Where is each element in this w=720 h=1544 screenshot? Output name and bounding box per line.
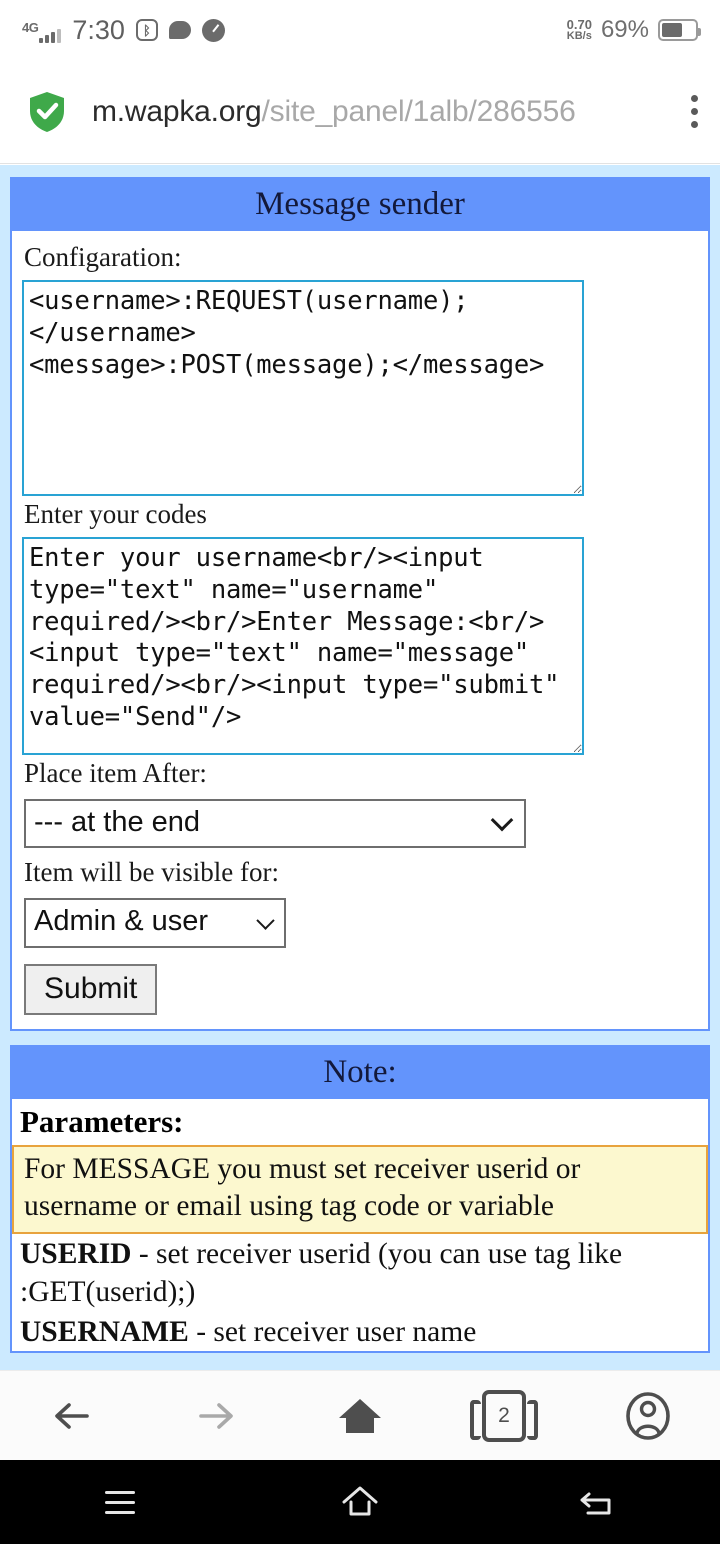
url-path: /site_panel/1alb/286556 — [261, 94, 576, 128]
tabs-icon[interactable]: 2 — [449, 1381, 559, 1451]
battery-icon — [658, 19, 701, 41]
status-clock: 7:30 — [72, 14, 125, 45]
android-system-nav — [0, 1460, 720, 1544]
page-content: Message sender Configaration: <username>… — [0, 165, 720, 1370]
account-icon[interactable] — [593, 1381, 703, 1451]
tab-count-badge: 2 — [470, 1389, 538, 1442]
status-bar: 4G 7:30 ᛒ 0.70 KB/s 69% — [0, 0, 720, 60]
configuration-textarea[interactable]: <username>:REQUEST(username); </username… — [22, 280, 584, 497]
green-shield-check-icon — [28, 91, 66, 133]
back-icon[interactable] — [525, 1472, 675, 1532]
data-rate-unit: KB/s — [566, 30, 592, 43]
note-line-userid: USERID - set receiver userid (you can us… — [12, 1234, 708, 1312]
note-highlight-box: For MESSAGE you must set receiver userid… — [12, 1144, 708, 1235]
back-arrow-icon[interactable] — [17, 1381, 127, 1451]
item-visible-for-label: Item will be visible for: — [24, 857, 279, 888]
overflow-menu-icon[interactable] — [675, 95, 698, 128]
note-title: Note: — [12, 1047, 708, 1100]
message-sender-title: Message sender — [12, 179, 708, 232]
enter-your-codes-label: Enter your codes — [24, 499, 207, 530]
configuration-label: Configaration: — [24, 242, 182, 273]
place-item-after-wrapper[interactable]: --- at the end — [24, 798, 526, 849]
home-icon[interactable] — [285, 1472, 435, 1532]
note-term-userid: USERID — [20, 1238, 132, 1271]
data-rate-indicator: 0.70 KB/s — [567, 18, 592, 42]
place-item-after-label: Place item After: — [24, 757, 207, 788]
item-visible-for-select[interactable]: Admin & user — [24, 898, 286, 949]
url-host: m.wapka.org — [92, 94, 262, 128]
speedometer-icon — [201, 18, 225, 42]
codes-textarea[interactable]: Enter your username<br/><input type="tex… — [22, 536, 584, 755]
signal-bars-icon: 4G — [22, 17, 62, 43]
note-card: Note: Parameters: For MESSAGE you must s… — [10, 1045, 710, 1354]
note-line-username: USERNAME - set receiver user name — [12, 1312, 708, 1352]
message-sender-card: Message sender Configaration: <username>… — [10, 177, 710, 1032]
bluetooth-badge-icon: ᛒ — [135, 19, 158, 41]
data-rate-value: 0.70 — [566, 16, 592, 32]
url-text[interactable]: m.wapka.org/site_panel/1alb/286556 — [92, 95, 576, 129]
note-desc-username: - set receiver user name — [188, 1315, 477, 1348]
browser-nav-bar: 2 — [0, 1370, 720, 1460]
recents-icon[interactable] — [45, 1472, 195, 1532]
home-icon[interactable] — [305, 1381, 415, 1451]
item-visible-for-wrapper[interactable]: Admin & user — [24, 898, 286, 949]
battery-percent-label: 69% — [600, 16, 649, 43]
note-term-username: USERNAME — [20, 1315, 189, 1348]
forward-arrow-icon — [161, 1381, 271, 1451]
parameters-heading: Parameters: — [20, 1104, 184, 1140]
browser-url-bar[interactable]: m.wapka.org/site_panel/1alb/286556 — [0, 60, 720, 164]
place-item-after-select[interactable]: --- at the end — [24, 798, 526, 849]
submit-button[interactable]: Submit — [24, 964, 158, 1016]
chat-bubble-icon — [168, 21, 191, 39]
network-type-label: 4G — [22, 20, 39, 35]
